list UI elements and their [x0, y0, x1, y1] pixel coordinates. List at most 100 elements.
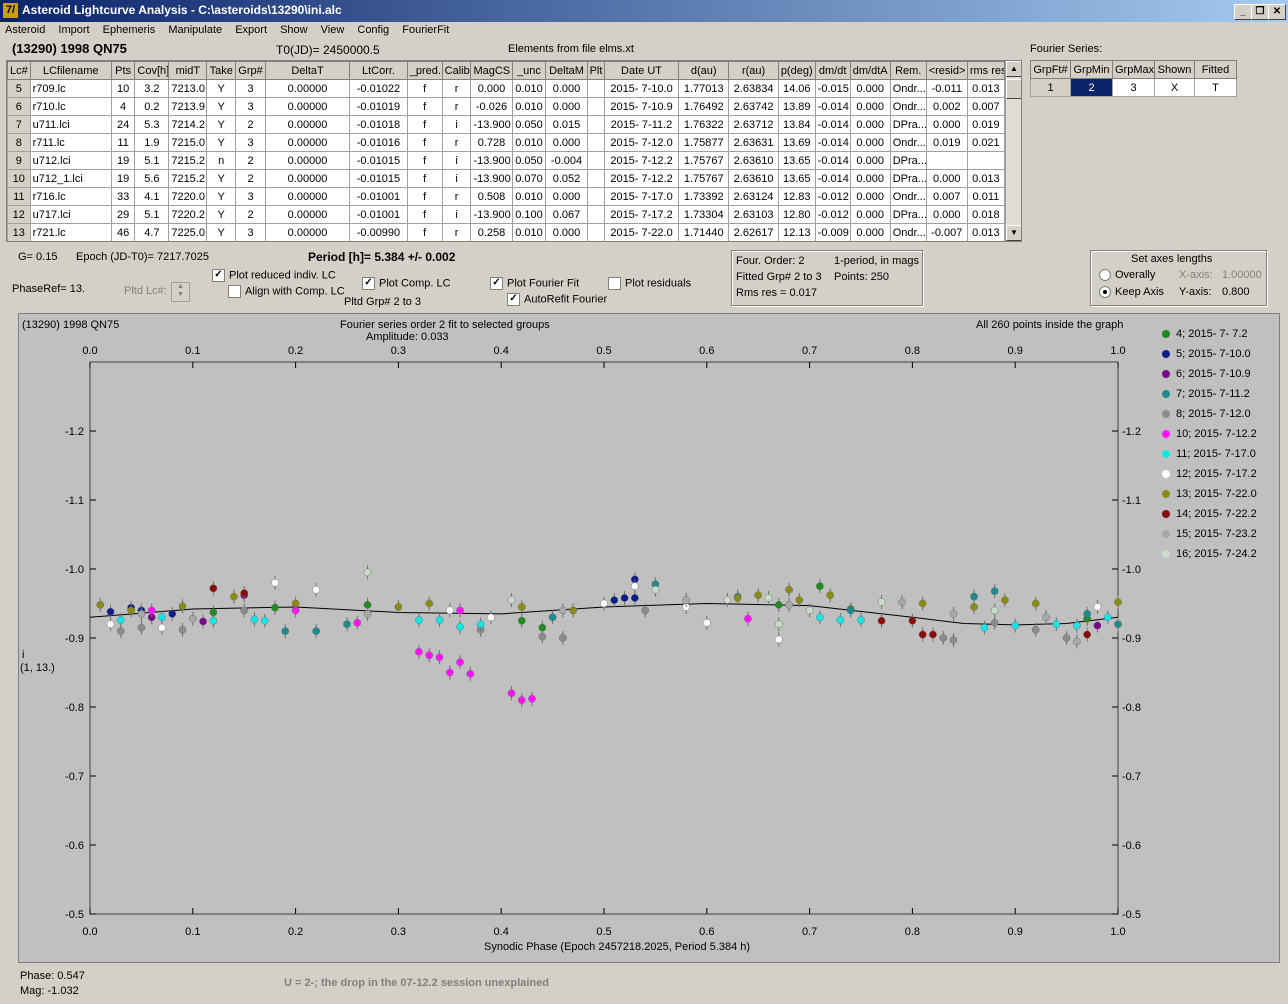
y-tick-label-right: -1.1: [1122, 495, 1141, 507]
phase-readout: Phase: 0.547: [20, 970, 85, 982]
y-tick-label: -1.1: [65, 495, 84, 507]
y-tick-label-right: -1.2: [1122, 426, 1141, 438]
y-tick-label-right: -0.8: [1122, 702, 1141, 714]
legend-marker: [1162, 490, 1170, 499]
data-point: [774, 601, 783, 609]
data-point: [898, 598, 906, 606]
legend-label: 15; 2015- 7-23.2: [1176, 528, 1257, 540]
data-point: [631, 594, 639, 602]
data-point: [682, 596, 691, 604]
x-tick-label-top: 0.3: [391, 345, 406, 357]
data-point: [425, 599, 434, 608]
legend-marker: [1162, 370, 1170, 379]
data-point: [445, 606, 454, 615]
legend-marker: [1162, 530, 1170, 539]
data-point: [394, 603, 403, 611]
data-point: [507, 689, 516, 698]
legend-marker: [1162, 390, 1170, 399]
data-point: [990, 587, 999, 595]
data-point: [641, 606, 649, 615]
y-tick-label: -0.9: [65, 633, 84, 645]
data-point: [1031, 599, 1040, 608]
plot-amplitude: Amplitude: 0.033: [366, 331, 449, 343]
data-point: [929, 630, 937, 639]
legend-item: 15; 2015- 7-23.2: [1162, 528, 1257, 540]
data-point: [137, 623, 146, 632]
legend-marker: [1162, 330, 1170, 339]
legend-item: 6; 2015- 7-10.9: [1162, 368, 1251, 380]
data-point: [846, 606, 855, 615]
data-point: [1083, 610, 1091, 618]
data-point: [1031, 625, 1040, 634]
data-point: [435, 653, 444, 662]
legend-marker: [1162, 550, 1170, 559]
data-point: [445, 668, 454, 677]
y-tick-label: -0.8: [65, 702, 84, 714]
x-tick-label: 0.7: [802, 926, 817, 938]
data-point: [230, 592, 238, 601]
y-tick-label: -1.2: [65, 426, 84, 438]
data-point: [1073, 637, 1081, 646]
x-tick-label: 0.1: [185, 926, 200, 938]
data-point: [795, 596, 804, 604]
data-point: [188, 614, 197, 623]
data-point: [1001, 596, 1009, 604]
data-point: [918, 599, 927, 608]
data-point: [466, 670, 475, 678]
y-tick-label: -0.5: [65, 909, 84, 921]
x-tick-label: 0.8: [905, 926, 920, 938]
data-point: [990, 606, 999, 615]
data-point: [877, 598, 886, 606]
data-point: [168, 610, 177, 618]
x-tick-label: 0.6: [699, 926, 714, 938]
data-point: [291, 599, 300, 608]
y-tick-label: -0.7: [65, 771, 84, 783]
data-point: [147, 606, 156, 615]
plot-asteroid-name: (13290) 1998 QN75: [22, 319, 120, 331]
data-point: [559, 634, 567, 642]
data-point: [158, 623, 166, 632]
data-point: [1011, 621, 1020, 630]
y-tick-label-right: -0.7: [1122, 771, 1141, 783]
data-point: [600, 599, 608, 608]
legend-marker: [1162, 410, 1170, 419]
data-point: [127, 606, 135, 615]
legend-label: 8; 2015- 7-12.0: [1176, 408, 1251, 420]
lightcurve-chart[interactable]: 0.0 0.0 0.1 0.1 0.2 0.2 0.3 0.3 0.4 0.4 0.5 0.5 0.6 0…: [0, 0, 1288, 1004]
legend-label: 4; 2015- 7- 7.2: [1176, 328, 1248, 340]
data-point: [857, 616, 865, 624]
x-tick-label: 0.3: [391, 926, 406, 938]
data-point: [1093, 603, 1102, 611]
legend-marker: [1162, 450, 1170, 459]
data-point: [1083, 630, 1091, 639]
data-point: [1042, 613, 1050, 622]
data-point: [260, 616, 269, 625]
plot-subtitle: Fourier series order 2 fit to selected g…: [340, 319, 550, 331]
data-point: [456, 658, 464, 666]
x-tick-label-top: 0.5: [596, 345, 611, 357]
data-point: [456, 623, 464, 631]
legend-label: 6; 2015- 7-10.9: [1176, 368, 1251, 380]
data-point: [435, 616, 444, 624]
y-tick-label-right: -0.9: [1122, 633, 1141, 645]
legend-item: 7; 2015- 7-11.2: [1162, 388, 1250, 400]
legend-item: 10; 2015- 7-12.2: [1162, 428, 1257, 440]
data-point: [137, 610, 146, 618]
legend-item: 16; 2015- 7-24.2: [1162, 548, 1257, 560]
x-tick-label: 0.2: [288, 926, 303, 938]
legend-label: 12; 2015- 7-17.2: [1176, 468, 1257, 480]
x-tick-label-top: 0.0: [82, 345, 97, 357]
data-point: [517, 616, 526, 625]
data-point: [528, 694, 536, 703]
data-point: [908, 616, 917, 625]
data-point: [507, 596, 516, 604]
data-point: [96, 601, 105, 609]
plot-note: All 260 points inside the graph: [976, 319, 1124, 331]
legend-label: 16; 2015- 7-24.2: [1176, 548, 1257, 560]
data-point: [764, 594, 773, 602]
data-point: [569, 606, 577, 615]
data-point: [651, 585, 660, 594]
data-point: [1114, 620, 1122, 629]
data-point: [178, 602, 187, 611]
legend-marker: [1162, 470, 1170, 479]
